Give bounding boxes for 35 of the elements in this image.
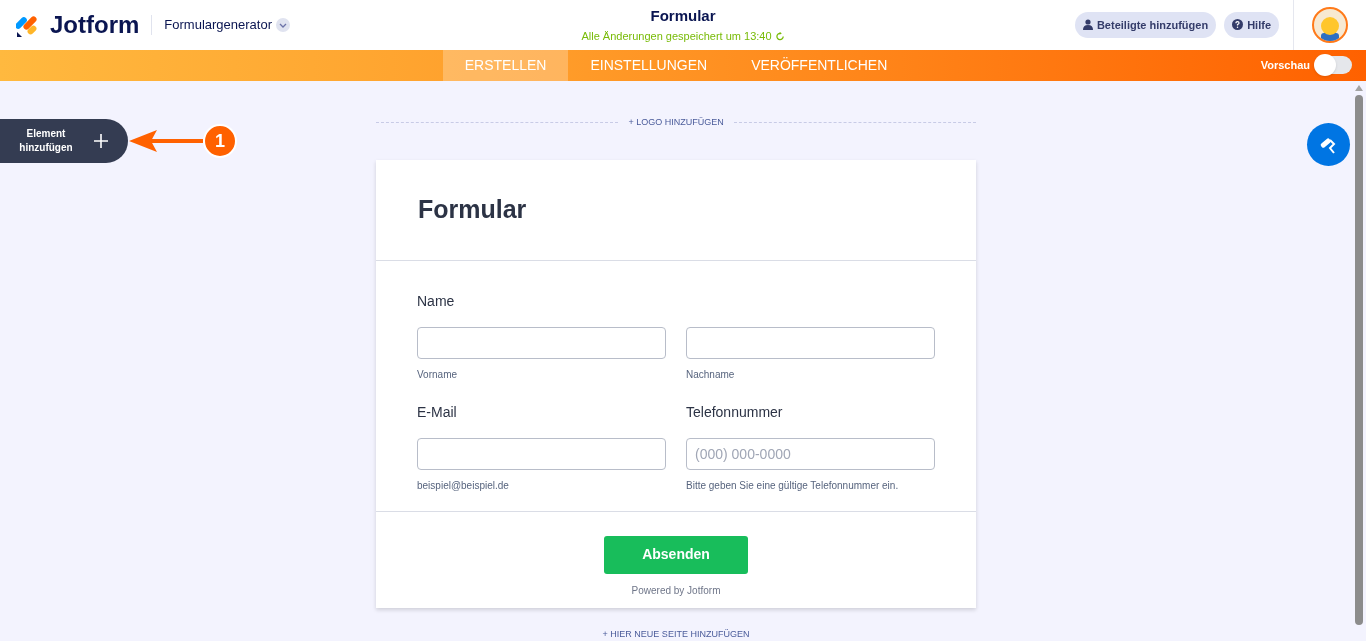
- field-label: Telefonnummer: [686, 402, 783, 422]
- chevron-down-icon: [276, 17, 290, 32]
- help-button[interactable]: Hilfe: [1224, 11, 1279, 38]
- plus-icon: [94, 134, 108, 148]
- preview-label: Vorschau: [1260, 58, 1310, 74]
- input-field[interactable]: (000) 000-0000: [686, 437, 935, 470]
- preview-toggle[interactable]: [1316, 56, 1352, 75]
- field-label: Name: [417, 291, 455, 311]
- brand-name: Jotform: [50, 9, 140, 40]
- field-sublabel: Nachname: [686, 367, 735, 382]
- input-field[interactable]: [417, 326, 666, 359]
- help-icon: [1232, 19, 1244, 31]
- arrow-icon: [129, 128, 205, 154]
- avatar[interactable]: [1312, 6, 1348, 43]
- add-logo-link[interactable]: + LOGO HINZUFÜGEN: [618, 116, 734, 130]
- input-field[interactable]: [417, 437, 666, 470]
- app-menu[interactable]: Formulargenerator: [164, 15, 290, 35]
- save-status: Alle Änderungen gespeichert um 13:40: [581, 28, 772, 44]
- form-heading: Formular: [418, 193, 527, 225]
- scroll-up-icon[interactable]: [1355, 85, 1363, 91]
- input-field[interactable]: [686, 326, 935, 359]
- scrollbar-thumb[interactable]: [1355, 95, 1363, 625]
- add-element-button[interactable]: Element hinzufügen: [0, 119, 128, 163]
- person-icon: [1082, 19, 1093, 31]
- field-sublabel: beispiel@beispiel.de: [417, 478, 509, 493]
- add-page-link[interactable]: + HIER NEUE SEITE HINZUFÜGEN: [602, 627, 750, 641]
- step-badge: 1: [203, 124, 237, 158]
- field-sublabel: Vorname: [417, 367, 458, 382]
- refresh-icon: [775, 31, 785, 41]
- field-sublabel: Bitte geben Sie eine gültige Telefonnummer ein.: [686, 478, 899, 493]
- form-title: Formular: [650, 6, 716, 27]
- paint-roller-button[interactable]: [1307, 123, 1350, 166]
- field-label: E-Mail: [417, 402, 457, 422]
- add-participants-button[interactable]: Beteiligte hinzufügen: [1074, 11, 1217, 38]
- powered-by-text: Powered by Jotform: [631, 583, 721, 598]
